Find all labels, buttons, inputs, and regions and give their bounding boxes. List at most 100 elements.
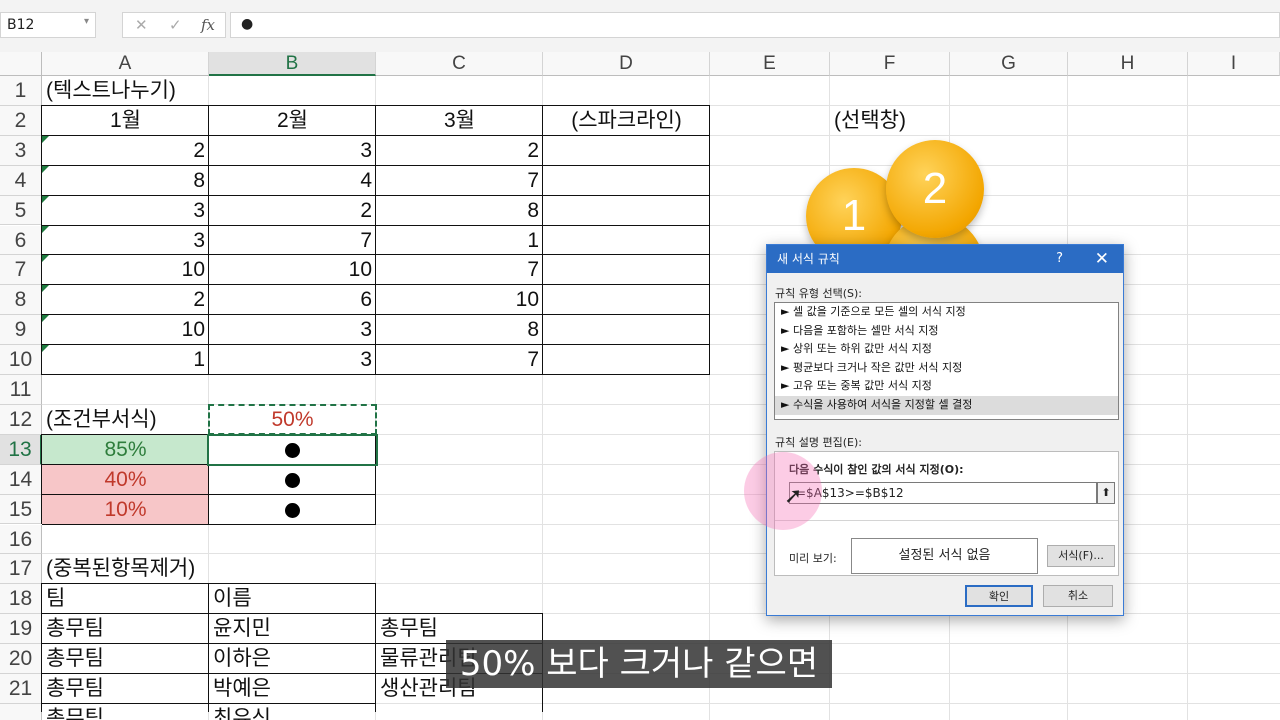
row-header-19[interactable]: 19 [0,614,42,645]
row-header-10[interactable]: 10 [0,345,42,375]
cell-b4[interactable]: 4 [209,166,376,196]
enter-icon[interactable]: ✓ [169,16,182,34]
rule-type-item[interactable]: ► 셀 값을 기준으로 모든 셀의 서식 지정 [775,303,1118,322]
cell-a17[interactable]: (중복된항목제거) [42,554,209,584]
cell-c7[interactable]: 7 [376,255,543,285]
cell-c5[interactable]: 8 [376,196,543,226]
rule-type-item[interactable]: ► 고유 또는 중복 값만 서식 지정 [775,377,1118,396]
cell-a6[interactable]: 3 [42,226,209,256]
cell-b18[interactable]: 이름 [209,584,376,614]
rule-type-item[interactable]: ► 평균보다 크거나 작은 값만 서식 지정 [775,359,1118,378]
cell-b22[interactable]: 최유신 [209,704,376,720]
name-box[interactable]: B12 ▾ [0,12,96,38]
row-header-20[interactable]: 20 [0,644,42,674]
row-header-16[interactable]: 16 [0,524,42,555]
cell-f2[interactable]: (선택창) [830,106,910,136]
column-header-a[interactable]: A [42,52,209,76]
select-all-corner[interactable] [0,52,42,76]
cell-d2[interactable]: (스파크라인) [543,106,710,136]
cell-a4[interactable]: 8 [42,166,209,196]
cell-a3[interactable]: 2 [42,136,209,166]
cell-a2[interactable]: 1월 [42,106,209,136]
cell-a13[interactable]: 85% [42,434,209,465]
row-header-17[interactable]: 17 [0,554,42,585]
cell-c4[interactable]: 7 [376,166,543,196]
column-header-g[interactable]: G [950,52,1068,76]
cell-a19[interactable]: 총무팀 [42,614,209,644]
cell-a5[interactable]: 3 [42,196,209,226]
cell-a15[interactable]: 10% [42,494,209,525]
cell-a9[interactable]: 10 [42,315,209,345]
cancel-button[interactable]: 취소 [1043,585,1113,607]
cell-b2[interactable]: 2월 [209,106,376,136]
rule-type-item-selected[interactable]: ► 수식을 사용하여 서식을 지정할 셀 결정 [775,395,1118,415]
row-header-12[interactable]: 12 [0,404,42,435]
column-header-f[interactable]: F [830,52,950,76]
column-header-b[interactable]: B [209,52,376,76]
name-box-value: B12 [7,17,35,33]
cell-c9[interactable]: 8 [376,315,543,345]
row-header-21[interactable]: 21 [0,674,42,704]
collapse-dialog-icon[interactable]: ⬆ [1097,482,1115,504]
cell-a7[interactable]: 10 [42,255,209,285]
format-button[interactable]: 서식(F)... [1047,545,1115,567]
close-icon[interactable]: ✕ [1095,245,1109,273]
row-header-4[interactable]: 4 [0,165,42,196]
row-header-18[interactable]: 18 [0,584,42,615]
cell-b19[interactable]: 윤지민 [209,614,376,644]
cell-b15[interactable] [209,495,376,525]
cell-b7[interactable]: 10 [209,255,376,285]
column-header-e[interactable]: E [710,52,830,76]
insert-function-icon[interactable]: fx [201,16,215,34]
cell-a14[interactable]: 40% [42,464,209,495]
cell-c2[interactable]: 3월 [376,106,543,136]
column-header-c[interactable]: C [376,52,543,76]
cell-a8[interactable]: 2 [42,285,209,315]
column-header-h[interactable]: H [1068,52,1188,76]
cell-c3[interactable]: 2 [376,136,543,166]
cell-b20[interactable]: 이하은 [209,644,376,674]
formula-input[interactable]: ● [230,12,1280,38]
cell-b5[interactable]: 2 [209,196,376,226]
cell-b3[interactable]: 3 [209,136,376,166]
column-header-d[interactable]: D [543,52,710,76]
rule-type-item[interactable]: ► 다음을 포함하는 셀만 서식 지정 [775,322,1118,341]
cell-a10[interactable]: 1 [42,345,209,375]
row-header-5[interactable]: 5 [0,195,42,226]
row-header-9[interactable]: 9 [0,315,42,346]
cell-b9[interactable]: 3 [209,315,376,345]
row-header-1[interactable]: 1 [0,76,42,106]
cell-a12[interactable]: (조건부서식) [42,405,209,435]
cell-a22[interactable]: 총무팀 [42,704,209,720]
cell-a18[interactable]: 팀 [42,584,209,614]
row-header-2[interactable]: 2 [0,105,42,136]
row-header-3[interactable]: 3 [0,135,42,166]
help-icon[interactable]: ? [1056,245,1063,273]
cell-a20[interactable]: 총무팀 [42,644,209,674]
row-header-partial[interactable] [0,703,42,720]
formula-field[interactable]: =$A$13>=$B$12 [789,482,1097,504]
cell-b6[interactable]: 7 [209,226,376,256]
cancel-icon[interactable]: ✕ [135,16,148,34]
row-header-14[interactable]: 14 [0,464,42,495]
cell-c6[interactable]: 1 [376,226,543,256]
row-header-13[interactable]: 13 [0,434,42,465]
column-header-i[interactable]: I [1188,52,1280,76]
ok-button[interactable]: 확인 [965,585,1033,607]
row-header-7[interactable]: 7 [0,255,42,286]
click-highlight [744,452,822,530]
cell-b10[interactable]: 3 [209,345,376,375]
cell-c10[interactable]: 7 [376,345,543,375]
cell-b14[interactable] [209,465,376,495]
cell-a1[interactable]: (텍스트나누기) [42,76,209,106]
row-header-8[interactable]: 8 [0,285,42,316]
cell-a21[interactable]: 총무팀 [42,674,209,704]
rule-type-item[interactable]: ► 상위 또는 하위 값만 서식 지정 [775,340,1118,359]
cell-c8[interactable]: 10 [376,285,543,315]
cell-b8[interactable]: 6 [209,285,376,315]
row-header-11[interactable]: 11 [0,375,42,405]
row-header-6[interactable]: 6 [0,225,42,256]
row-header-15[interactable]: 15 [0,494,42,525]
cell-b21[interactable]: 박예은 [209,674,376,704]
chevron-down-icon[interactable]: ▾ [84,16,89,27]
